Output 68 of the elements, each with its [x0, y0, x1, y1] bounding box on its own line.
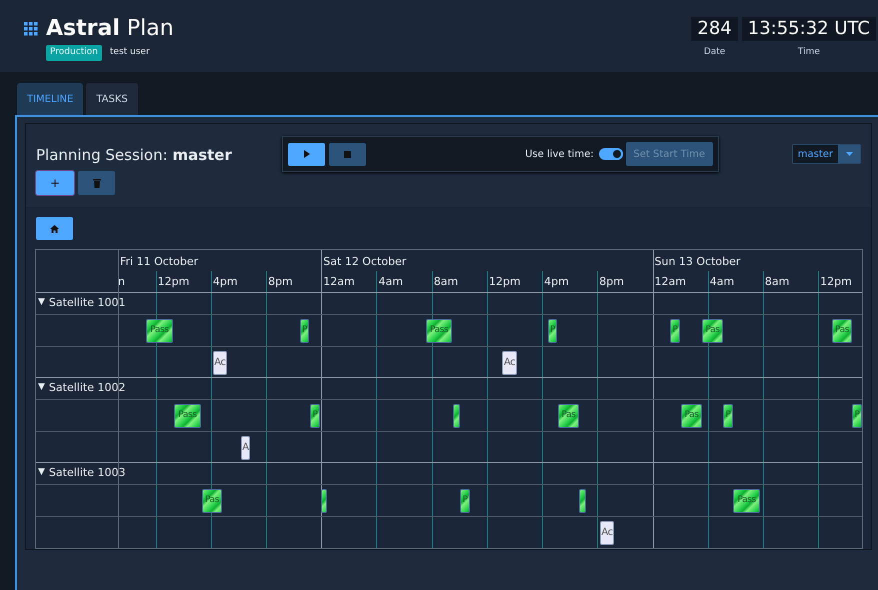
pass-block[interactable]: Pas [558, 404, 580, 428]
tick-label: n [118, 274, 125, 290]
play-icon [304, 150, 310, 158]
activity-block[interactable]: Ac [212, 350, 227, 374]
live-time-label: Use live time: [525, 148, 594, 162]
play-button[interactable] [288, 142, 326, 166]
tick-label: 4pm [212, 274, 238, 290]
pass-block[interactable]: P [723, 404, 734, 428]
pass-block[interactable] [321, 488, 327, 512]
satellite-name: Satellite 1001 [48, 294, 126, 311]
expand-toggle[interactable]: ▼ [38, 296, 45, 310]
tick-label: 12pm [158, 274, 190, 290]
counter-value: 13:55:32 UTC [742, 17, 876, 41]
counter-value: 284 [691, 17, 738, 41]
stop-icon [344, 150, 352, 158]
date-label: Sun 13 October [654, 254, 740, 270]
home-button[interactable] [36, 217, 73, 240]
session-select[interactable]: master [792, 144, 861, 164]
pass-block[interactable]: P [310, 404, 320, 428]
tick-label: 4am [710, 274, 734, 290]
date-label: Fri 11 October [120, 254, 198, 270]
home-icon [50, 224, 59, 232]
tick-label: 8pm [599, 274, 624, 290]
satellite-name: Satellite 1002 [48, 380, 126, 396]
expand-toggle[interactable]: ▼ [38, 381, 45, 395]
tick-label: 4pm [544, 274, 569, 290]
pass-block[interactable] [453, 404, 460, 428]
tab[interactable]: TASKS [86, 83, 138, 115]
pass-block[interactable]: P [548, 318, 557, 342]
pass-block[interactable]: P [300, 318, 309, 342]
activity-block[interactable]: Ac [502, 350, 517, 374]
tab[interactable]: TIMELINE [17, 83, 84, 115]
activity-block[interactable]: A [240, 436, 250, 460]
pass-block[interactable]: Pass [146, 318, 173, 342]
pass-block[interactable]: Pass [174, 404, 201, 428]
session-title: Planning Session: master [36, 145, 233, 166]
pass-block[interactable]: P [670, 318, 680, 342]
pass-block[interactable]: Pas [681, 404, 702, 428]
live-time-switch[interactable] [598, 148, 623, 160]
pass-block[interactable]: Pas [832, 318, 852, 342]
pass-block[interactable]: P [852, 404, 862, 428]
pass-block[interactable]: Pass [426, 318, 452, 342]
tick-label: 12am [323, 274, 355, 290]
counter-caption: Date [704, 46, 726, 59]
user-name: test user [110, 46, 150, 59]
satellite-name: Satellite 1003 [48, 464, 126, 481]
tick-label: 12pm [488, 274, 521, 290]
tick-label: 8pm [268, 274, 293, 290]
tick-label: 4am [378, 274, 403, 290]
grid-icon[interactable] [24, 22, 38, 36]
tick-label: 8am [434, 274, 458, 290]
pass-block[interactable]: Pas [202, 488, 222, 512]
date-label: Sat 12 October [323, 254, 406, 270]
pass-block[interactable]: Pas [702, 318, 724, 342]
add-button[interactable]: + [36, 170, 74, 194]
tick-label: 12pm [820, 274, 852, 290]
pass-block[interactable]: P [460, 488, 470, 512]
activity-block[interactable]: Ac [600, 520, 614, 544]
counter-caption: Time [798, 46, 820, 59]
pass-block[interactable]: Pass [733, 488, 760, 512]
tick-label: 8am [764, 274, 790, 290]
tick-label: 12am [654, 274, 686, 290]
expand-toggle[interactable]: ▼ [38, 466, 45, 480]
caret-icon [846, 152, 852, 156]
pass-block[interactable] [579, 488, 586, 512]
environment-badge: Production [46, 45, 102, 60]
app-title: Astral Plan [46, 17, 174, 41]
trash-icon [92, 178, 100, 188]
